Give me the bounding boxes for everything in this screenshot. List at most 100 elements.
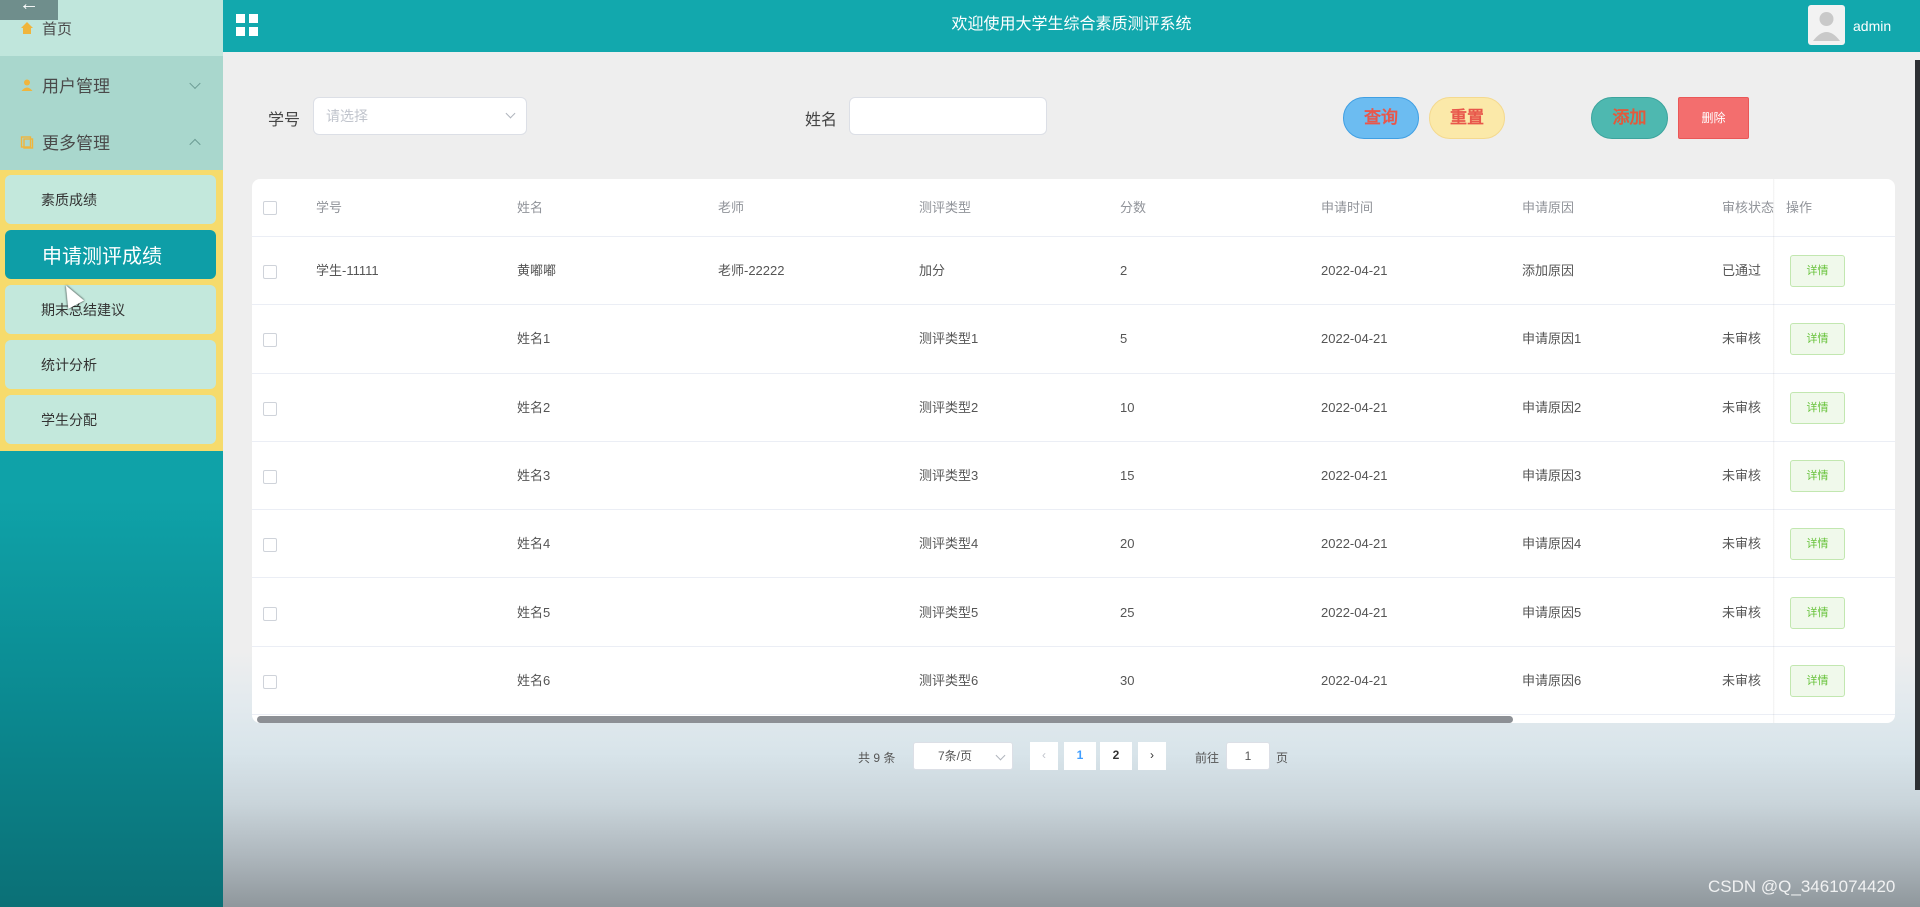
table-row: 姓名2 测评类型2 10 2022-04-21 申请原因2 未审核 详情 bbox=[252, 374, 1895, 442]
watermark: CSDN @Q_3461074420 bbox=[1708, 877, 1896, 896]
menu-item-more-management[interactable]: 更多管理 bbox=[0, 113, 223, 170]
window-edge bbox=[1915, 60, 1920, 790]
row-checkbox[interactable] bbox=[263, 606, 277, 621]
submenu-item-label: 统计分析 bbox=[41, 356, 97, 373]
cell-apply-time: 2022-04-21 bbox=[1321, 672, 1388, 688]
row-checkbox[interactable] bbox=[263, 401, 277, 416]
column-header-eval-type: 测评类型 bbox=[919, 200, 972, 215]
pagination-total: 共 9 条 bbox=[858, 751, 896, 765]
cell-student-id: 学生-11111 bbox=[316, 263, 379, 278]
cell-review-status: 已通过 bbox=[1722, 263, 1762, 278]
cell-apply-time: 2022-04-21 bbox=[1321, 536, 1388, 552]
submenu-item-quality-score[interactable]: 素质成绩 bbox=[5, 175, 216, 224]
detail-button[interactable]: 详情 bbox=[1790, 459, 1845, 492]
cell-apply-reason: 申请原因5 bbox=[1522, 604, 1582, 620]
row-checkbox[interactable] bbox=[263, 538, 277, 553]
cell-name: 姓名3 bbox=[517, 467, 551, 483]
page-title: 欢迎使用大学生综合素质测评系统 bbox=[951, 16, 1192, 33]
detail-button[interactable]: 详情 bbox=[1790, 528, 1845, 561]
cell-apply-time: 2022-04-21 bbox=[1321, 467, 1388, 483]
cell-name: 姓名4 bbox=[517, 536, 551, 552]
top-header: 欢迎使用大学生综合素质测评系统 admin bbox=[223, 0, 1920, 52]
cell-review-status: 未审核 bbox=[1722, 467, 1762, 483]
chevron-down-icon bbox=[505, 108, 516, 119]
name-label: 姓名 bbox=[805, 112, 838, 129]
chevron-right-icon: › bbox=[1150, 748, 1154, 762]
row-checkbox[interactable] bbox=[263, 265, 277, 279]
cell-score: 20 bbox=[1120, 536, 1135, 552]
select-all-checkbox[interactable] bbox=[263, 201, 277, 215]
cell-review-status: 未审核 bbox=[1722, 399, 1762, 415]
column-header-apply-reason: 申请原因 bbox=[1522, 200, 1575, 215]
submenu-item-label: 申请测评成绩 bbox=[42, 246, 162, 268]
next-page-button[interactable]: › bbox=[1138, 742, 1166, 770]
horizontal-scrollbar[interactable] bbox=[257, 716, 1513, 723]
column-header-apply-time: 申请时间 bbox=[1321, 200, 1374, 215]
menu-item-user-management[interactable]: 用户管理 bbox=[0, 56, 223, 113]
add-button[interactable]: 添加 bbox=[1591, 97, 1668, 139]
detail-button[interactable]: 详情 bbox=[1790, 596, 1845, 629]
query-button[interactable]: 查询 bbox=[1343, 97, 1419, 139]
delete-button[interactable]: 删除 bbox=[1678, 97, 1749, 139]
table-row: 姓名5 测评类型5 25 2022-04-21 申请原因5 未审核 详情 bbox=[252, 579, 1895, 647]
column-header-teacher: 老师 bbox=[718, 200, 745, 215]
reset-button[interactable]: 重置 bbox=[1429, 97, 1505, 139]
submenu-item-statistics[interactable]: 统计分析 bbox=[5, 340, 216, 389]
cell-apply-reason: 添加原因 bbox=[1522, 263, 1575, 278]
submenu-item-label: 学生分配 bbox=[41, 411, 97, 428]
menu-item-user-management-label: 用户管理 bbox=[42, 77, 110, 96]
submenu-item-label: 素质成绩 bbox=[41, 191, 97, 208]
submenu-item-apply-score[interactable]: 申请测评成绩 bbox=[5, 230, 216, 279]
chevron-left-icon: ‹ bbox=[1042, 748, 1046, 762]
chevron-down-icon bbox=[995, 750, 1006, 761]
submenu-item-student-assign[interactable]: 学生分配 bbox=[5, 395, 216, 444]
row-checkbox[interactable] bbox=[263, 333, 277, 348]
prev-page-button[interactable]: ‹ bbox=[1030, 742, 1058, 770]
cell-apply-reason: 申请原因1 bbox=[1522, 331, 1582, 347]
cell-apply-reason: 申请原因2 bbox=[1522, 399, 1582, 415]
detail-button[interactable]: 详情 bbox=[1790, 255, 1845, 287]
cell-review-status: 未审核 bbox=[1722, 331, 1762, 347]
chevron-up-icon bbox=[189, 138, 201, 150]
goto-page-input[interactable]: 1 bbox=[1226, 742, 1270, 770]
table-row: 学生-11111 黄嘟嘟 老师-22222 加分 2 2022-04-21 添加原因 已通过 详… bbox=[252, 237, 1895, 306]
user-avatar-icon bbox=[1813, 12, 1840, 41]
page-size-value: 7条/页 bbox=[938, 749, 973, 763]
page-size-select[interactable]: 7条/页 bbox=[913, 742, 1013, 770]
page-button-1[interactable]: 1 bbox=[1064, 742, 1096, 770]
cell-score: 30 bbox=[1120, 672, 1135, 688]
detail-button[interactable]: 详情 bbox=[1790, 323, 1845, 356]
cell-score: 15 bbox=[1120, 467, 1135, 483]
arrow-left-icon: ← bbox=[19, 0, 39, 15]
cell-name: 姓名6 bbox=[517, 672, 551, 688]
cell-eval-type: 测评类型1 bbox=[919, 331, 979, 347]
back-button[interactable]: ← bbox=[0, 0, 58, 20]
cell-score: 2 bbox=[1120, 263, 1128, 278]
row-checkbox[interactable] bbox=[263, 674, 277, 689]
home-icon bbox=[21, 22, 33, 34]
cell-eval-type: 测评类型3 bbox=[919, 467, 979, 483]
detail-button[interactable]: 详情 bbox=[1790, 664, 1845, 697]
cell-eval-type: 加分 bbox=[919, 263, 946, 278]
cell-apply-time: 2022-04-21 bbox=[1321, 263, 1388, 278]
submenu-item-label: 期末总结建议 bbox=[41, 301, 125, 318]
submenu-item-final-summary[interactable]: 期末总结建议 bbox=[5, 285, 216, 334]
row-checkbox[interactable] bbox=[263, 469, 277, 484]
detail-button[interactable]: 详情 bbox=[1790, 391, 1845, 424]
name-input[interactable] bbox=[849, 97, 1047, 135]
cell-apply-reason: 申请原因4 bbox=[1522, 536, 1582, 552]
data-table: 学号 姓名 老师 测评类型 分数 申请时间 申请原因 审核状态 操作 学生-11… bbox=[252, 179, 1895, 723]
username[interactable]: admin bbox=[1853, 0, 1891, 52]
cell-eval-type: 测评类型2 bbox=[919, 399, 979, 415]
sidebar: 首页 ← 用户管理 更多管理 素质成绩 申请测评成绩 期末总结建议 统计分析 学… bbox=[0, 0, 223, 907]
cell-review-status: 未审核 bbox=[1722, 672, 1762, 688]
cell-teacher: 老师-22222 bbox=[718, 263, 785, 278]
student-id-select[interactable]: 请选择 bbox=[313, 97, 527, 135]
cell-apply-reason: 申请原因6 bbox=[1522, 672, 1582, 688]
column-header-name: 姓名 bbox=[517, 200, 544, 215]
cell-score: 10 bbox=[1120, 399, 1135, 415]
pager: ‹ 1 2 › bbox=[1030, 742, 1172, 770]
page-button-2[interactable]: 2 bbox=[1100, 742, 1132, 770]
student-id-label: 学号 bbox=[268, 112, 301, 129]
avatar[interactable] bbox=[1808, 5, 1845, 45]
